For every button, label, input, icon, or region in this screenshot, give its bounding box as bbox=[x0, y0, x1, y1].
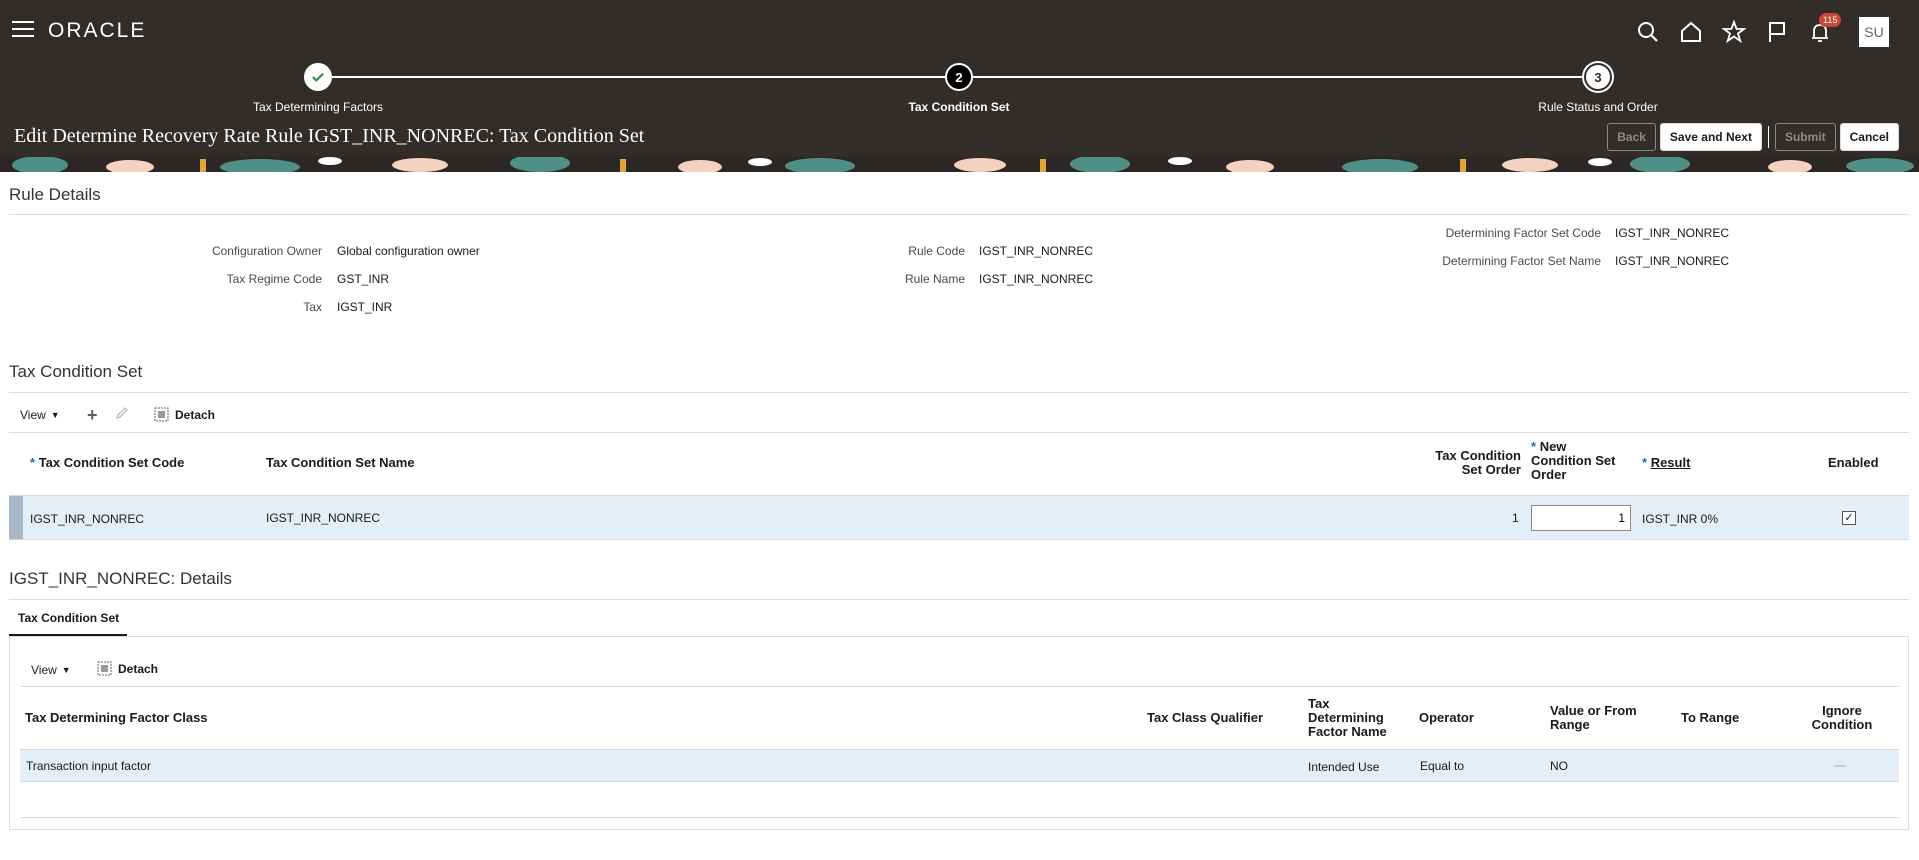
configuration-owner-label: Configuration Owner bbox=[211, 244, 322, 258]
submit-button[interactable]: Submit bbox=[1774, 123, 1836, 151]
col-header-factor-class[interactable]: Tax Determining Factor Class bbox=[25, 711, 208, 725]
cancel-button[interactable]: Cancel bbox=[1839, 123, 1899, 151]
enabled-checkbox[interactable]: ✓ bbox=[1842, 511, 1856, 525]
col-header-factor-name[interactable]: Tax Determining Factor Name bbox=[1308, 697, 1387, 739]
edit-icon[interactable] bbox=[115, 406, 129, 420]
details-view-menu[interactable]: View ▼ bbox=[31, 663, 71, 677]
chevron-down-icon: ▼ bbox=[50, 410, 60, 420]
col-header-operator[interactable]: Operator bbox=[1419, 711, 1474, 725]
rule-name-value: IGST_INR_NONREC bbox=[979, 272, 1094, 286]
train-label-3[interactable]: Rule Status and Order bbox=[1538, 100, 1657, 114]
button-separator bbox=[1767, 126, 1769, 148]
tax-regime-code-label: Tax Regime Code bbox=[226, 272, 322, 286]
rule-code-value: IGST_INR_NONREC bbox=[979, 244, 1094, 258]
rule-name-label: Rule Name bbox=[904, 272, 965, 286]
tab-tax-condition-set[interactable]: Tax Condition Set bbox=[18, 611, 119, 625]
section-divider bbox=[9, 392, 1909, 393]
determining-factor-set-name-value: IGST_INR_NONREC bbox=[1615, 254, 1730, 268]
detach-icon bbox=[97, 661, 112, 676]
header-buttons: Back Save and Next Submit Cancel bbox=[1603, 123, 1899, 151]
details-table-top-border bbox=[20, 686, 1899, 687]
new-condition-set-order-input[interactable] bbox=[1531, 505, 1631, 531]
col-header-name[interactable]: Tax Condition Set Name bbox=[266, 456, 415, 470]
section-divider bbox=[9, 214, 1909, 215]
col-header-new-order[interactable]: * New Condition Set Order bbox=[1531, 440, 1616, 482]
train-label-1[interactable]: Tax Determining Factors bbox=[253, 100, 383, 114]
cell-factor-name: Intended Use bbox=[1308, 760, 1380, 774]
col-header-result[interactable]: * Result bbox=[1642, 456, 1690, 470]
rule-details-heading: Rule Details bbox=[9, 185, 101, 204]
check-icon bbox=[307, 66, 329, 88]
search-icon[interactable] bbox=[1635, 19, 1661, 45]
cell-code: IGST_INR_NONREC bbox=[30, 512, 145, 526]
section-divider bbox=[9, 599, 1909, 600]
flag-icon[interactable] bbox=[1764, 19, 1790, 45]
home-icon[interactable] bbox=[1678, 19, 1704, 45]
details-panel bbox=[9, 637, 1909, 830]
configuration-owner-value: Global configuration owner bbox=[337, 244, 480, 258]
save-and-next-button[interactable]: Save and Next bbox=[1659, 123, 1762, 151]
determining-factor-set-code-value: IGST_INR_NONREC bbox=[1615, 226, 1730, 240]
page-title: Edit Determine Recovery Rate Rule IGST_I… bbox=[14, 125, 645, 147]
cell-operator: Equal to bbox=[1420, 759, 1465, 773]
col-header-code[interactable]: * Tax Condition Set Code bbox=[30, 456, 184, 470]
train-connector bbox=[332, 76, 946, 78]
cell-ignore-condition: — bbox=[1834, 758, 1846, 772]
detach-button[interactable]: Detach bbox=[154, 407, 215, 422]
chevron-down-icon: ▼ bbox=[61, 665, 71, 675]
cell-name: IGST_INR_NONREC bbox=[266, 511, 381, 525]
view-label: View bbox=[31, 663, 57, 677]
page-header: ORACLE 115 SU 2 3 Tax Determining Factor… bbox=[0, 0, 1919, 172]
view-menu[interactable]: View ▼ bbox=[20, 408, 60, 422]
notification-badge: 115 bbox=[1819, 13, 1842, 27]
row-selector[interactable] bbox=[9, 496, 23, 539]
cell-result: IGST_INR 0% bbox=[1642, 512, 1719, 526]
tax-condition-set-heading: Tax Condition Set bbox=[9, 362, 143, 381]
tax-label: Tax bbox=[303, 300, 322, 314]
col-header-to-range[interactable]: To Range bbox=[1681, 711, 1739, 725]
bell-icon[interactable]: 115 bbox=[1807, 13, 1842, 45]
tax-regime-code-value: GST_INR bbox=[337, 272, 390, 286]
tax-value: IGST_INR bbox=[337, 300, 393, 314]
col-header-value[interactable]: Value or From Range bbox=[1550, 704, 1637, 732]
add-icon[interactable]: + bbox=[87, 405, 98, 426]
detach-icon bbox=[154, 407, 169, 422]
train-stop-3[interactable]: 3 bbox=[1584, 63, 1612, 91]
train-stop-2[interactable]: 2 bbox=[945, 63, 973, 91]
details-detach-button[interactable]: Detach bbox=[97, 661, 158, 676]
detach-label: Detach bbox=[175, 407, 216, 422]
view-label: View bbox=[20, 408, 46, 422]
cell-value: NO bbox=[1550, 759, 1568, 773]
train-connector bbox=[973, 76, 1583, 78]
rule-code-label: Rule Code bbox=[908, 244, 965, 258]
star-icon[interactable] bbox=[1721, 19, 1747, 45]
train-label-2[interactable]: Tax Condition Set bbox=[908, 100, 1009, 114]
table-top-border bbox=[9, 432, 1909, 433]
global-header: ORACLE 115 SU bbox=[0, 5, 1919, 55]
col-header-class-qualifier[interactable]: Tax Class Qualifier bbox=[1147, 711, 1263, 725]
col-header-ignore-condition[interactable]: Ignore Condition bbox=[1802, 704, 1882, 732]
col-header-order[interactable]: Tax Condition Set Order bbox=[1420, 449, 1521, 477]
details-table-bottom-border bbox=[20, 817, 1899, 818]
table-row[interactable] bbox=[20, 749, 1899, 782]
determining-factor-set-code-label: Determining Factor Set Code bbox=[1445, 226, 1601, 240]
app-logo[interactable]: ORACLE bbox=[48, 19, 146, 43]
menu-icon[interactable] bbox=[12, 21, 34, 39]
cell-order: 1 bbox=[1512, 511, 1519, 525]
determining-factor-set-name-label: Determining Factor Set Name bbox=[1442, 254, 1601, 268]
global-actions: 115 SU bbox=[1618, 13, 1889, 47]
detach-label: Detach bbox=[118, 661, 159, 676]
user-avatar[interactable]: SU bbox=[1859, 17, 1889, 47]
train-stop-1[interactable] bbox=[304, 63, 332, 91]
back-button[interactable]: Back bbox=[1607, 123, 1656, 151]
col-header-enabled[interactable]: Enabled bbox=[1828, 456, 1879, 470]
cell-factor-class: Transaction input factor bbox=[26, 759, 151, 773]
decorative-banner bbox=[0, 157, 1919, 172]
details-heading: IGST_INR_NONREC: Details bbox=[9, 569, 232, 588]
